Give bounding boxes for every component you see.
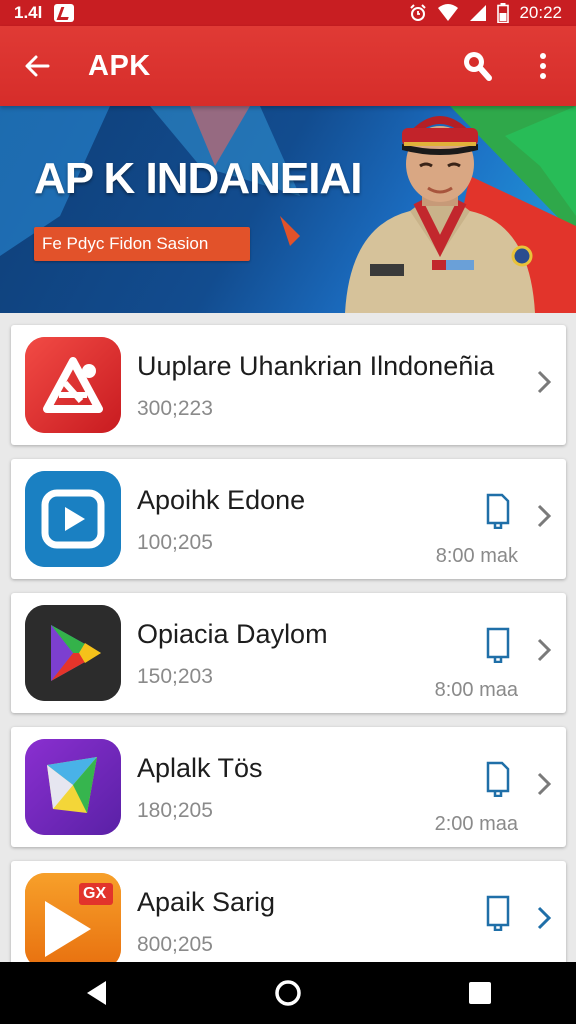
app-badge: GX xyxy=(83,885,107,902)
status-bar: 1.4l 20:22 xyxy=(0,0,576,26)
app-time: 2:00 maa xyxy=(434,813,518,835)
chevron-right-icon xyxy=(536,499,552,535)
app-count: 800;205 xyxy=(137,933,213,956)
signal-icon xyxy=(470,5,487,21)
back-arrow-icon xyxy=(25,55,50,77)
nav-recents-icon xyxy=(469,982,491,1004)
system-nav-bar xyxy=(0,962,576,1024)
banner-title: AP K INDANEIAI xyxy=(34,154,362,203)
more-options-button[interactable] xyxy=(510,26,576,106)
chevron-right-icon xyxy=(536,633,552,669)
app-count: 150;203 xyxy=(137,665,213,688)
app-name: Apoihk Edone xyxy=(137,485,306,515)
device-icon xyxy=(486,627,510,663)
nav-recents-button[interactable] xyxy=(440,962,520,1024)
list-item[interactable]: Opiacia Daylom 150;203 8:00 maa xyxy=(11,593,566,713)
status-time: 20:22 xyxy=(519,3,562,22)
chevron-right-icon xyxy=(536,767,552,803)
app-list: Uuplare Uhankrian Ilndoneñia 300;223 Apo… xyxy=(11,325,566,995)
app-count: 300;223 xyxy=(137,397,213,420)
battery-icon xyxy=(497,3,510,23)
list-item[interactable]: Uuplare Uhankrian Ilndoneñia 300;223 xyxy=(11,325,566,445)
wifi-icon xyxy=(438,4,459,21)
search-icon xyxy=(464,52,492,81)
app-name: Opiacia Daylom xyxy=(137,619,328,649)
app-time: 8:00 maa xyxy=(434,679,518,701)
nav-back-button[interactable] xyxy=(56,962,136,1024)
nav-home-icon xyxy=(275,980,301,1006)
chevron-right-icon xyxy=(536,365,552,401)
chevron-right-icon xyxy=(536,901,552,937)
officer-portrait xyxy=(345,116,535,313)
banner-tag: Fe Pdyc Fidon Sasion xyxy=(34,227,250,261)
orange-play-icon: GX xyxy=(25,873,121,969)
app-count: 180;205 xyxy=(137,799,213,822)
device-icon xyxy=(486,895,510,931)
more-vert-icon xyxy=(540,53,546,79)
play-store-icon xyxy=(25,605,121,701)
status-left-text: 1.4l xyxy=(14,3,43,22)
notification-icon xyxy=(54,4,75,22)
prism-icon xyxy=(25,739,121,835)
app-bar: APK xyxy=(0,26,576,106)
app-count: 100;205 xyxy=(137,531,213,554)
nav-back-icon xyxy=(87,981,106,1005)
list-item[interactable]: Aplalk Tös 180;205 2:00 maa xyxy=(11,727,566,847)
list-item[interactable]: Apoihk Edone 100;205 8:00 mak xyxy=(11,459,566,579)
search-button[interactable] xyxy=(444,26,510,106)
device-icon xyxy=(486,761,510,797)
app-logo-red-triangle xyxy=(25,337,121,433)
alarm-icon xyxy=(410,4,427,21)
device-icon xyxy=(486,493,510,529)
app-name: Aplalk Tös xyxy=(137,753,263,783)
back-button[interactable] xyxy=(0,26,74,106)
app-screen: 1.4l 20:22 APK AP K INDANEIAI Fe Pdyc Fi… xyxy=(0,0,576,1024)
app-name: Apaik Sarig xyxy=(137,887,276,917)
app-name: Uuplare Uhankrian Ilndoneñia xyxy=(137,351,495,381)
page-title: APK xyxy=(88,49,151,82)
nav-home-button[interactable] xyxy=(248,962,328,1024)
promo-banner[interactable]: AP K INDANEIAI Fe Pdyc Fidon Sasion xyxy=(0,106,576,313)
play-square-icon xyxy=(25,471,121,567)
app-time: 8:00 mak xyxy=(435,545,518,567)
